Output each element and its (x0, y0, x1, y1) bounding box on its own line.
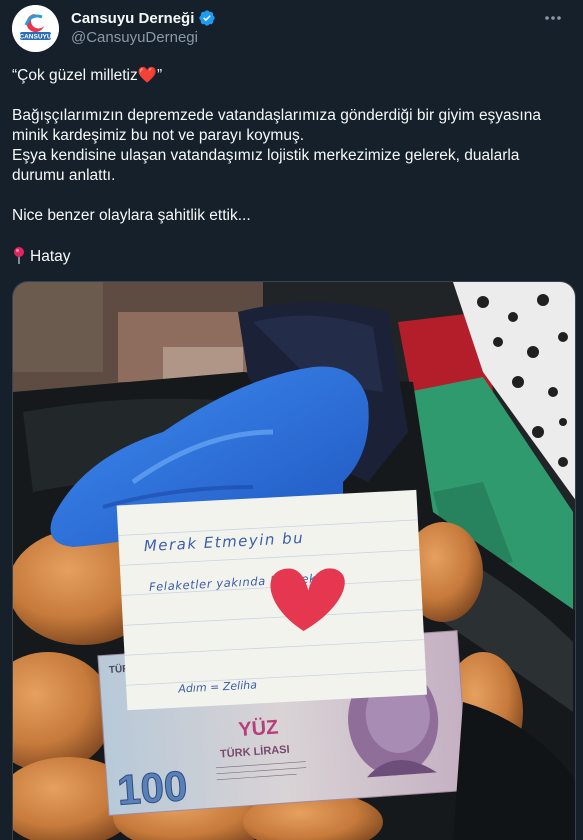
avatar[interactable]: CANSUYU (12, 5, 59, 52)
tweet-photo[interactable]: TÜRKİYE YÜZ TÜRK LİRASI 100 (12, 281, 576, 840)
verified-badge-icon (198, 9, 216, 27)
more-dots-icon[interactable] (541, 6, 565, 30)
location-label[interactable]: Hatay (30, 248, 71, 265)
avatar-logo-text: CANSUYU (19, 34, 51, 41)
tweet-line-story: Bağışçılarımızın depremzede vatandaşları… (12, 107, 541, 144)
tweet: CANSUYU Cansuyu Derneği @CansuyuDernegi … (0, 0, 583, 840)
author-display-name[interactable]: Cansuyu Derneği (71, 10, 194, 27)
tweet-line-update: Eşya kendisine ulaşan vatandaşımız lojis… (12, 147, 520, 184)
author-handle[interactable]: @CansuyuDernegi (71, 29, 198, 46)
tweet-text: “Çok güzel milletiz❤️” Bağışçılarımızın … (12, 66, 567, 270)
tweet-line-closing: Nice benzer olaylara şahitlik ettik... (12, 207, 251, 224)
tweet-location: Hatay (12, 246, 567, 270)
author-name-row: Cansuyu Derneği (71, 8, 216, 28)
banknote-value: 100 (116, 762, 189, 814)
tweet-line-quote: “Çok güzel milletiz❤️” (12, 67, 163, 84)
round-pushpin-icon (12, 246, 26, 270)
banknote-yuz: YÜZ (238, 715, 280, 741)
